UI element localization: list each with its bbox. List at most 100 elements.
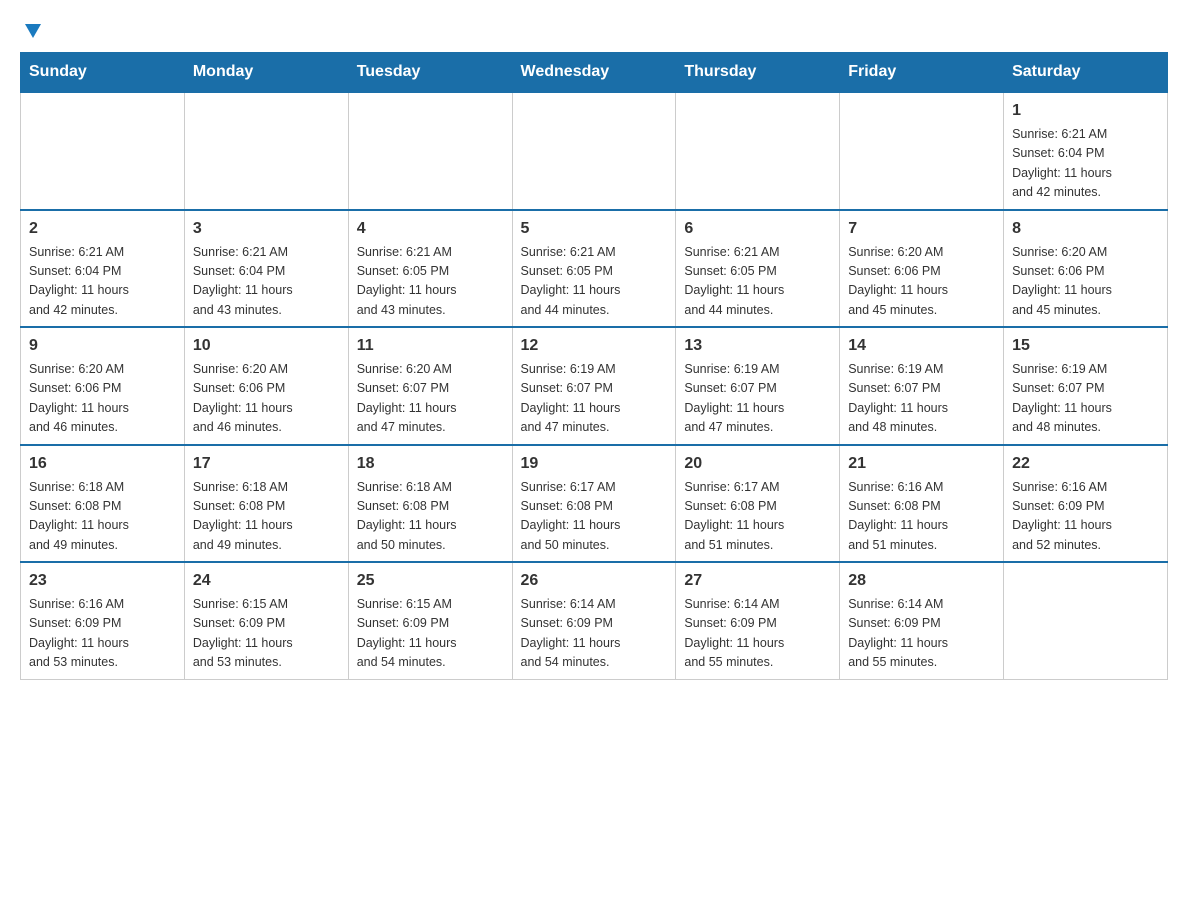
day-info: Sunrise: 6:19 AM Sunset: 6:07 PM Dayligh… — [521, 360, 668, 438]
calendar-week-row: 16Sunrise: 6:18 AM Sunset: 6:08 PM Dayli… — [21, 445, 1168, 563]
day-info: Sunrise: 6:17 AM Sunset: 6:08 PM Dayligh… — [521, 478, 668, 556]
day-info: Sunrise: 6:21 AM Sunset: 6:05 PM Dayligh… — [357, 243, 504, 321]
day-info: Sunrise: 6:19 AM Sunset: 6:07 PM Dayligh… — [684, 360, 831, 438]
page-header — [20, 20, 1168, 42]
day-info: Sunrise: 6:21 AM Sunset: 6:04 PM Dayligh… — [193, 243, 340, 321]
calendar-cell: 10Sunrise: 6:20 AM Sunset: 6:06 PM Dayli… — [184, 327, 348, 445]
calendar-cell — [21, 92, 185, 210]
day-number: 6 — [684, 217, 831, 241]
day-info: Sunrise: 6:21 AM Sunset: 6:05 PM Dayligh… — [684, 243, 831, 321]
day-info: Sunrise: 6:16 AM Sunset: 6:09 PM Dayligh… — [1012, 478, 1159, 556]
calendar-cell: 17Sunrise: 6:18 AM Sunset: 6:08 PM Dayli… — [184, 445, 348, 563]
day-number: 25 — [357, 569, 504, 593]
day-info: Sunrise: 6:16 AM Sunset: 6:09 PM Dayligh… — [29, 595, 176, 673]
day-info: Sunrise: 6:19 AM Sunset: 6:07 PM Dayligh… — [848, 360, 995, 438]
calendar-cell: 13Sunrise: 6:19 AM Sunset: 6:07 PM Dayli… — [676, 327, 840, 445]
calendar-cell: 12Sunrise: 6:19 AM Sunset: 6:07 PM Dayli… — [512, 327, 676, 445]
day-info: Sunrise: 6:15 AM Sunset: 6:09 PM Dayligh… — [193, 595, 340, 673]
calendar-cell: 3Sunrise: 6:21 AM Sunset: 6:04 PM Daylig… — [184, 210, 348, 328]
calendar-cell: 1Sunrise: 6:21 AM Sunset: 6:04 PM Daylig… — [1004, 92, 1168, 210]
weekday-header-thursday: Thursday — [676, 53, 840, 93]
day-number: 21 — [848, 452, 995, 476]
day-info: Sunrise: 6:15 AM Sunset: 6:09 PM Dayligh… — [357, 595, 504, 673]
day-info: Sunrise: 6:14 AM Sunset: 6:09 PM Dayligh… — [684, 595, 831, 673]
day-info: Sunrise: 6:18 AM Sunset: 6:08 PM Dayligh… — [29, 478, 176, 556]
day-number: 28 — [848, 569, 995, 593]
day-number: 13 — [684, 334, 831, 358]
calendar-cell — [676, 92, 840, 210]
calendar-cell: 18Sunrise: 6:18 AM Sunset: 6:08 PM Dayli… — [348, 445, 512, 563]
day-number: 17 — [193, 452, 340, 476]
day-number: 9 — [29, 334, 176, 358]
calendar-cell: 6Sunrise: 6:21 AM Sunset: 6:05 PM Daylig… — [676, 210, 840, 328]
day-number: 7 — [848, 217, 995, 241]
day-number: 5 — [521, 217, 668, 241]
logo — [20, 20, 44, 42]
calendar-cell: 28Sunrise: 6:14 AM Sunset: 6:09 PM Dayli… — [840, 562, 1004, 679]
day-number: 8 — [1012, 217, 1159, 241]
day-number: 2 — [29, 217, 176, 241]
day-number: 19 — [521, 452, 668, 476]
day-number: 12 — [521, 334, 668, 358]
calendar-cell — [1004, 562, 1168, 679]
calendar-cell: 8Sunrise: 6:20 AM Sunset: 6:06 PM Daylig… — [1004, 210, 1168, 328]
calendar-cell — [512, 92, 676, 210]
day-info: Sunrise: 6:18 AM Sunset: 6:08 PM Dayligh… — [357, 478, 504, 556]
calendar-cell: 15Sunrise: 6:19 AM Sunset: 6:07 PM Dayli… — [1004, 327, 1168, 445]
weekday-header-wednesday: Wednesday — [512, 53, 676, 93]
calendar-cell: 19Sunrise: 6:17 AM Sunset: 6:08 PM Dayli… — [512, 445, 676, 563]
calendar-cell: 14Sunrise: 6:19 AM Sunset: 6:07 PM Dayli… — [840, 327, 1004, 445]
weekday-header-monday: Monday — [184, 53, 348, 93]
day-number: 15 — [1012, 334, 1159, 358]
calendar-cell: 2Sunrise: 6:21 AM Sunset: 6:04 PM Daylig… — [21, 210, 185, 328]
calendar-cell: 5Sunrise: 6:21 AM Sunset: 6:05 PM Daylig… — [512, 210, 676, 328]
weekday-header-tuesday: Tuesday — [348, 53, 512, 93]
calendar-week-row: 1Sunrise: 6:21 AM Sunset: 6:04 PM Daylig… — [21, 92, 1168, 210]
day-info: Sunrise: 6:20 AM Sunset: 6:06 PM Dayligh… — [193, 360, 340, 438]
day-number: 23 — [29, 569, 176, 593]
day-info: Sunrise: 6:16 AM Sunset: 6:08 PM Dayligh… — [848, 478, 995, 556]
day-number: 4 — [357, 217, 504, 241]
weekday-header-sunday: Sunday — [21, 53, 185, 93]
day-number: 20 — [684, 452, 831, 476]
day-info: Sunrise: 6:20 AM Sunset: 6:06 PM Dayligh… — [848, 243, 995, 321]
calendar-cell: 26Sunrise: 6:14 AM Sunset: 6:09 PM Dayli… — [512, 562, 676, 679]
day-info: Sunrise: 6:18 AM Sunset: 6:08 PM Dayligh… — [193, 478, 340, 556]
day-number: 26 — [521, 569, 668, 593]
calendar-cell: 25Sunrise: 6:15 AM Sunset: 6:09 PM Dayli… — [348, 562, 512, 679]
day-info: Sunrise: 6:17 AM Sunset: 6:08 PM Dayligh… — [684, 478, 831, 556]
calendar-week-row: 23Sunrise: 6:16 AM Sunset: 6:09 PM Dayli… — [21, 562, 1168, 679]
weekday-header-saturday: Saturday — [1004, 53, 1168, 93]
calendar-cell: 24Sunrise: 6:15 AM Sunset: 6:09 PM Dayli… — [184, 562, 348, 679]
calendar-cell — [840, 92, 1004, 210]
day-number: 3 — [193, 217, 340, 241]
calendar-cell: 21Sunrise: 6:16 AM Sunset: 6:08 PM Dayli… — [840, 445, 1004, 563]
calendar-table: SundayMondayTuesdayWednesdayThursdayFrid… — [20, 52, 1168, 680]
day-info: Sunrise: 6:21 AM Sunset: 6:04 PM Dayligh… — [1012, 125, 1159, 203]
weekday-header-friday: Friday — [840, 53, 1004, 93]
calendar-cell: 16Sunrise: 6:18 AM Sunset: 6:08 PM Dayli… — [21, 445, 185, 563]
day-info: Sunrise: 6:14 AM Sunset: 6:09 PM Dayligh… — [521, 595, 668, 673]
day-info: Sunrise: 6:14 AM Sunset: 6:09 PM Dayligh… — [848, 595, 995, 673]
calendar-cell: 9Sunrise: 6:20 AM Sunset: 6:06 PM Daylig… — [21, 327, 185, 445]
day-number: 27 — [684, 569, 831, 593]
calendar-cell: 20Sunrise: 6:17 AM Sunset: 6:08 PM Dayli… — [676, 445, 840, 563]
day-info: Sunrise: 6:20 AM Sunset: 6:06 PM Dayligh… — [29, 360, 176, 438]
day-number: 11 — [357, 334, 504, 358]
day-info: Sunrise: 6:21 AM Sunset: 6:05 PM Dayligh… — [521, 243, 668, 321]
day-number: 18 — [357, 452, 504, 476]
calendar-cell: 7Sunrise: 6:20 AM Sunset: 6:06 PM Daylig… — [840, 210, 1004, 328]
calendar-cell: 4Sunrise: 6:21 AM Sunset: 6:05 PM Daylig… — [348, 210, 512, 328]
calendar-cell: 11Sunrise: 6:20 AM Sunset: 6:07 PM Dayli… — [348, 327, 512, 445]
day-info: Sunrise: 6:20 AM Sunset: 6:06 PM Dayligh… — [1012, 243, 1159, 321]
logo-triangle-icon — [22, 20, 44, 42]
day-number: 10 — [193, 334, 340, 358]
day-number: 16 — [29, 452, 176, 476]
day-number: 14 — [848, 334, 995, 358]
day-info: Sunrise: 6:21 AM Sunset: 6:04 PM Dayligh… — [29, 243, 176, 321]
calendar-cell — [184, 92, 348, 210]
weekday-header-row: SundayMondayTuesdayWednesdayThursdayFrid… — [21, 53, 1168, 93]
day-number: 22 — [1012, 452, 1159, 476]
calendar-week-row: 2Sunrise: 6:21 AM Sunset: 6:04 PM Daylig… — [21, 210, 1168, 328]
day-number: 24 — [193, 569, 340, 593]
